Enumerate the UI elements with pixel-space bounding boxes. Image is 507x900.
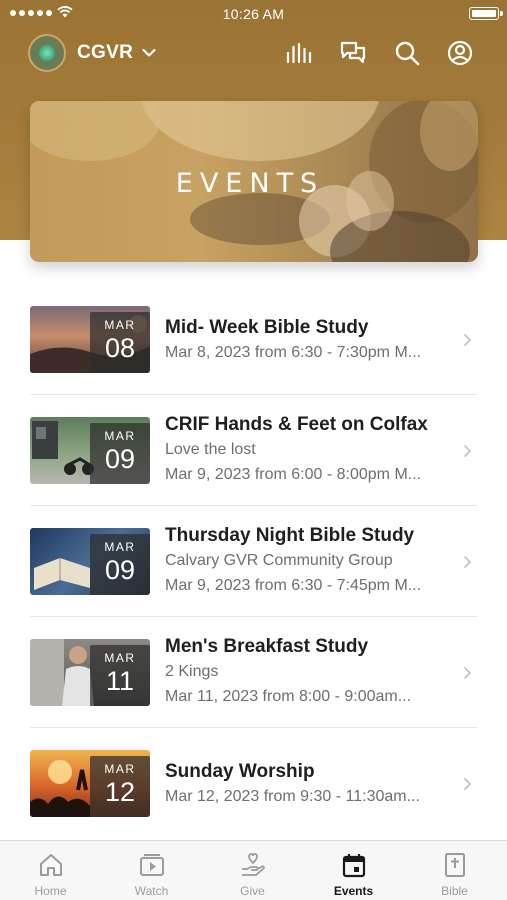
hero-title: EVENTS	[175, 168, 325, 199]
event-subtitle: 2 Kings	[165, 663, 219, 680]
events-hero-banner: EVENTS	[30, 101, 478, 262]
event-date: Mar 8, 2023 from 6:30 - 7:30pm M...	[165, 344, 422, 361]
event-text: Men's Breakfast Study 2 Kings Mar 11, 20…	[165, 635, 463, 709]
tab-events[interactable]: Events	[303, 841, 404, 900]
status-bar: 10:26 AM	[0, 0, 507, 28]
event-thumbnail: MAR 08	[30, 306, 150, 373]
chevron-right-icon	[464, 556, 472, 568]
event-row[interactable]: MAR 08 Mid- Week Bible Study Mar 8, 2023…	[0, 284, 507, 395]
date-badge: MAR 09	[90, 534, 150, 595]
date-month: MAR	[104, 540, 136, 554]
event-title: Thursday Night Bible Study	[165, 525, 415, 546]
chevron-right-icon	[464, 334, 472, 346]
event-text: Sunday Worship Mar 12, 2023 from 9:30 - …	[165, 760, 463, 809]
status-time: 10:26 AM	[222, 6, 285, 22]
event-text: Mid- Week Bible Study Mar 8, 2023 from 6…	[165, 316, 463, 365]
date-day: 08	[104, 333, 136, 363]
battery-icon	[469, 7, 503, 20]
app-header: CGVR	[0, 30, 507, 76]
tab-label: Bible	[441, 884, 468, 898]
event-date: Mar 9, 2023 from 6:30 - 7:45pm M...	[165, 577, 422, 594]
date-badge: MAR 09	[90, 423, 150, 484]
date-month: MAR	[104, 762, 136, 776]
watch-icon	[140, 854, 164, 876]
chevron-right-icon	[464, 667, 472, 679]
tab-bar: Home Watch Give Events Bible	[0, 840, 507, 900]
event-text: CRIF Hands & Feet on Colfax Love the los…	[165, 413, 463, 487]
chevron-right-icon	[464, 778, 472, 790]
event-title: Men's Breakfast Study	[165, 636, 369, 657]
event-title: Sunday Worship	[165, 761, 315, 782]
event-thumbnail: MAR 12	[30, 750, 150, 817]
tab-watch[interactable]: Watch	[101, 841, 202, 900]
tab-label: Give	[240, 884, 265, 898]
event-row[interactable]: MAR 09 Thursday Night Bible Study Calvar…	[0, 506, 507, 617]
tab-label: Home	[34, 884, 67, 898]
give-icon	[242, 853, 265, 876]
tab-label: Watch	[134, 884, 169, 898]
event-list: MAR 08 Mid- Week Bible Study Mar 8, 2023…	[0, 284, 507, 839]
date-day: 11	[105, 666, 135, 696]
event-thumbnail: MAR 09	[30, 528, 150, 595]
bible-icon	[445, 853, 465, 877]
event-title: CRIF Hands & Feet on Colfax	[165, 414, 428, 435]
event-title: Mid- Week Bible Study	[165, 317, 369, 338]
home-icon	[40, 854, 62, 876]
event-date: Mar 9, 2023 from 6:00 - 8:00pm M...	[165, 466, 422, 483]
event-row[interactable]: MAR 12 Sunday Worship Mar 12, 2023 from …	[0, 728, 507, 839]
event-thumbnail: MAR 09	[30, 417, 150, 484]
org-logo[interactable]	[28, 34, 66, 72]
event-date: Mar 12, 2023 from 9:30 - 11:30am...	[165, 788, 420, 805]
date-day: 09	[104, 555, 136, 585]
date-badge: MAR 08	[90, 312, 150, 373]
search-icon[interactable]	[392, 38, 422, 68]
chat-icon[interactable]	[338, 38, 368, 68]
event-row[interactable]: MAR 11 Men's Breakfast Study 2 Kings Mar…	[0, 617, 507, 728]
event-thumbnail: MAR 11	[30, 639, 150, 706]
tab-bible[interactable]: Bible	[404, 841, 505, 900]
event-date: Mar 11, 2023 from 8:00 - 9:00am...	[165, 688, 412, 705]
date-day: 09	[104, 444, 136, 474]
date-badge: MAR 11	[90, 645, 150, 706]
event-subtitle: Calvary GVR Community Group	[165, 552, 393, 569]
date-month: MAR	[104, 429, 136, 443]
org-switcher-label[interactable]: CGVR	[77, 42, 133, 64]
audio-bars-icon[interactable]	[284, 38, 314, 68]
tab-home[interactable]: Home	[0, 841, 101, 900]
event-row[interactable]: MAR 09 CRIF Hands & Feet on Colfax Love …	[0, 395, 507, 506]
event-text: Thursday Night Bible Study Calvary GVR C…	[165, 524, 463, 598]
date-badge: MAR 12	[90, 756, 150, 817]
chevron-down-icon[interactable]	[140, 44, 158, 62]
date-month: MAR	[104, 318, 136, 332]
chevron-right-icon	[464, 445, 472, 457]
profile-icon[interactable]	[445, 38, 475, 68]
event-subtitle: Love the lost	[165, 441, 256, 458]
tab-give[interactable]: Give	[202, 841, 303, 900]
calendar-icon	[342, 854, 366, 878]
date-day: 12	[104, 777, 136, 807]
date-month: MAR	[104, 651, 136, 665]
tab-label: Events	[333, 884, 374, 898]
